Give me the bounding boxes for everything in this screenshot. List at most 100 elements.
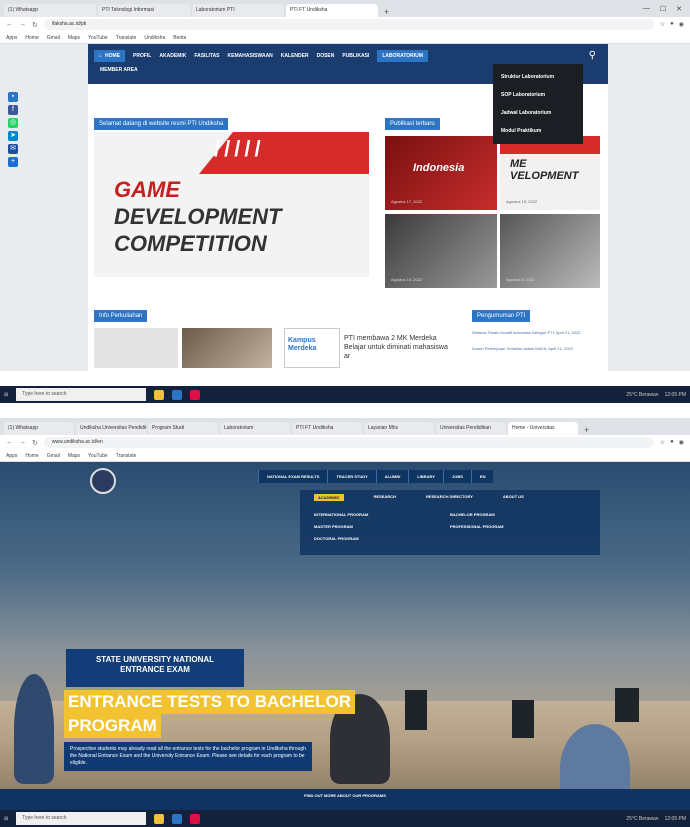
profile-icon[interactable]: ◉ <box>679 21 684 28</box>
dropdown-item[interactable]: Struktur Laboratorium <box>493 68 583 86</box>
bookmark[interactable]: Apps <box>6 35 17 41</box>
bookmark[interactable]: Maps <box>68 453 80 459</box>
windows-start-icon[interactable]: ⊞ <box>4 392 8 398</box>
menu-research[interactable]: RESEARCH <box>374 494 396 501</box>
news-tile[interactable]: Indonesia Agustus 17, 2022 <box>385 136 497 210</box>
kampus-merdeka-logo[interactable]: Kampus Merdeka <box>284 328 340 368</box>
more-share-icon[interactable]: + <box>8 157 18 167</box>
star-icon[interactable]: ☆ <box>660 21 665 28</box>
hero-banner[interactable]: ///// GAME DEVELOPMENT COMPETITION <box>94 132 369 277</box>
email-icon[interactable]: ✉ <box>8 144 18 154</box>
browser-tab[interactable]: PTI FT Undiksha <box>292 422 362 435</box>
pengumuman-item[interactable]: Dosen Perempuan Terdaftar dalam MAFA: Ap… <box>472 346 602 352</box>
weather-text[interactable]: 25°C Berawan <box>626 392 658 398</box>
menu-sub-item[interactable]: MASTER PROGRAM <box>314 524 353 529</box>
whatsapp-icon[interactable]: ◎ <box>8 118 18 128</box>
undiksha-logo[interactable] <box>90 468 116 494</box>
menu-sub-item[interactable]: PROFESSIONAL PROGRAM <box>450 524 504 529</box>
dropdown-item[interactable]: Modul Praktikum <box>493 122 583 140</box>
nav-kemahasiswaan[interactable]: KEMAHASISWAAN <box>228 53 273 59</box>
pengumuman-item[interactable]: Webinar Studio Kreatif Indonesia Kategor… <box>472 330 602 336</box>
browser-tab[interactable]: Laboratorium <box>220 422 290 435</box>
profile-icon[interactable]: ◉ <box>679 439 684 446</box>
file-explorer-icon[interactable] <box>154 389 165 400</box>
menu-academic[interactable]: ACADEMIC <box>314 494 344 501</box>
browser-tab[interactable]: PTI Teknologi Informasi <box>98 4 190 17</box>
browser-tab[interactable]: Undiksha Universitas Pendidikan <box>76 422 146 435</box>
bottom-banner[interactable]: FIND OUT MORE ABOUT OUR PROGRAMS <box>0 789 690 811</box>
extension-icon[interactable]: ● <box>670 439 674 446</box>
telegram-icon[interactable]: ➤ <box>8 131 18 141</box>
nav-akademik[interactable]: AKADEMIK <box>159 53 186 59</box>
browser-tab[interactable]: Layanan Mhs <box>364 422 434 435</box>
minimize-icon[interactable]: — <box>643 5 650 13</box>
news-tile[interactable]: Agustus 5, 2022 <box>500 214 600 288</box>
url-input[interactable]: www.undiksha.ac.id/en <box>43 437 654 448</box>
bookmark[interactable]: Home <box>25 35 38 41</box>
back-icon[interactable]: ← <box>6 439 13 446</box>
menu-about[interactable]: ABOUT US <box>503 494 524 501</box>
new-tab-icon[interactable]: + <box>580 425 593 435</box>
topbar-item[interactable]: ALUMNI <box>375 470 409 483</box>
taskbar-search[interactable]: Type here to search <box>16 812 147 825</box>
news-headline[interactable]: PTI membawa 2 MK Merdeka Belajar untuk d… <box>344 334 454 361</box>
maximize-icon[interactable]: ☐ <box>660 5 666 13</box>
weather-text[interactable]: 25°C Berawan <box>626 816 658 822</box>
bookmark[interactable]: Translate <box>116 453 137 459</box>
reload-icon[interactable]: ↻ <box>32 21 38 29</box>
language-select[interactable]: EN <box>470 470 494 483</box>
app-icon[interactable] <box>190 813 201 824</box>
share-icon[interactable]: ▪ <box>8 92 18 102</box>
browser-tab[interactable]: Universitas Pendidikan <box>436 422 506 435</box>
url-input[interactable]: ifaksha.ac.id/pti <box>43 19 654 30</box>
clock-text[interactable]: 12:05 PM <box>665 816 686 822</box>
browser-tab[interactable]: (1) Whatsapp <box>4 422 74 435</box>
browser-tab-active[interactable]: PTI FT Undiksha <box>286 4 378 17</box>
reload-icon[interactable]: ↻ <box>32 439 38 447</box>
bookmark[interactable]: YouTube <box>88 35 108 41</box>
topbar-item[interactable]: NATIONAL EXAM RESULTS <box>258 470 328 483</box>
search-icon[interactable]: ⚲ <box>589 50 596 61</box>
news-tile[interactable]: Agustus 10, 2022 <box>385 214 497 288</box>
nav-laboratorium[interactable]: LABORATORIUM <box>377 49 428 62</box>
extension-icon[interactable]: ● <box>670 21 674 28</box>
menu-research-directory[interactable]: RESEARCH DIRECTORY <box>426 494 473 501</box>
bookmark[interactable]: Berita <box>173 35 186 41</box>
nav-dosen[interactable]: DOSEN <box>317 53 335 59</box>
bookmark[interactable]: Apps <box>6 453 17 459</box>
news-tile[interactable]: ME VELOPMENT Agustus 15, 2022 <box>500 136 600 210</box>
menu-sub-item[interactable]: DOCTORAL PROGRAM <box>314 536 359 541</box>
browser-tab[interactable]: Laboratorium PTI <box>192 4 284 17</box>
back-icon[interactable]: ← <box>6 21 13 28</box>
photo-thumb[interactable] <box>182 328 272 368</box>
facebook-icon[interactable]: f <box>8 105 18 115</box>
bookmark[interactable]: Undiksha <box>144 35 165 41</box>
forward-icon[interactable]: → <box>19 439 26 446</box>
clock-text[interactable]: 12:05 PM <box>665 392 686 398</box>
nav-publikasi[interactable]: PUBLIKASI <box>342 53 369 59</box>
bookmark[interactable]: Translate <box>116 35 137 41</box>
file-explorer-icon[interactable] <box>154 813 165 824</box>
taskbar-search[interactable]: Type here to search <box>16 388 147 401</box>
chrome-icon[interactable] <box>172 389 183 400</box>
bookmark[interactable]: Gmail <box>47 453 60 459</box>
bookmark[interactable]: YouTube <box>88 453 108 459</box>
browser-tab[interactable]: Program Studi <box>148 422 218 435</box>
nav-kalender[interactable]: KALENDER <box>281 53 309 59</box>
forward-icon[interactable]: → <box>19 21 26 28</box>
nav-home[interactable]: ⌂ HOME <box>94 49 126 62</box>
chrome-icon[interactable] <box>172 813 183 824</box>
topbar-item[interactable]: TRACER STUDY <box>327 470 376 483</box>
bookmark[interactable]: Maps <box>68 35 80 41</box>
windows-start-icon[interactable]: ⊞ <box>4 816 8 822</box>
map-thumb[interactable] <box>94 328 178 368</box>
app-icon[interactable] <box>190 389 201 400</box>
new-tab-icon[interactable]: + <box>380 7 393 17</box>
bookmark[interactable]: Gmail <box>47 35 60 41</box>
close-icon[interactable]: ✕ <box>676 5 682 13</box>
menu-sub-item[interactable]: INTERNATIONAL PROGRAM <box>314 512 368 517</box>
menu-sub-item[interactable]: BACHELOR PROGRAM <box>450 512 495 517</box>
star-icon[interactable]: ☆ <box>660 439 665 446</box>
dropdown-item[interactable]: Jadwal Laboratorium <box>493 104 583 122</box>
nav-profil[interactable]: PROFIL <box>133 53 151 59</box>
